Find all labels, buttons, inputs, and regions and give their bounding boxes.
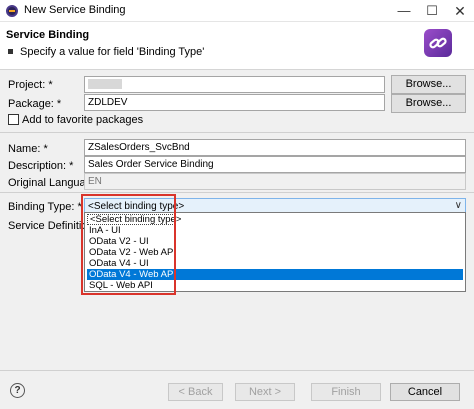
description-field[interactable]: Sales Order Service Binding [84,156,466,173]
binding-type-label: Binding Type: * [8,201,82,213]
package-browse-button[interactable]: Browse... [391,94,466,113]
project-value-redacted [88,79,122,89]
highlight-annotation [81,194,176,295]
info-bullet-icon [8,49,13,55]
name-field[interactable]: ZSalesOrders_SvcBnd [84,139,466,156]
favorite-packages-checkbox[interactable] [8,114,19,125]
package-label: Package: * [8,98,62,110]
project-label: Project: * [8,79,53,91]
help-icon[interactable]: ? [10,383,25,398]
next-button[interactable]: Next > [235,383,295,401]
section-divider [0,132,474,133]
page-description-text: Specify a value for field 'Binding Type' [20,46,205,58]
close-button[interactable]: ✕ [446,0,474,22]
service-binding-icon [424,29,452,57]
description-label: Description: * [8,160,74,172]
name-label: Name: * [8,143,48,155]
minimize-button[interactable]: — [390,0,418,22]
project-browse-button[interactable]: Browse... [391,75,466,94]
project-field[interactable] [84,76,385,93]
back-button[interactable]: < Back [168,383,223,401]
package-field[interactable]: ZDLDEV [84,94,385,111]
window-titlebar: New Service Binding — ☐ ✕ [0,0,474,22]
maximize-button[interactable]: ☐ [418,0,446,22]
original-language-field: EN [84,173,466,190]
finish-button[interactable]: Finish [311,383,381,401]
cancel-button[interactable]: Cancel [390,383,460,401]
eclipse-app-icon [6,5,18,17]
wizard-header: Service Binding Specify a value for fiel… [0,22,474,70]
favorite-packages-label: Add to favorite packages [22,114,144,126]
chevron-down-icon[interactable]: ∨ [455,200,462,211]
section-divider-2 [0,192,474,193]
footer-divider [0,370,474,371]
page-description: Specify a value for field 'Binding Type' [6,46,204,58]
page-title: Service Binding [6,29,90,41]
window-title: New Service Binding [24,4,126,16]
